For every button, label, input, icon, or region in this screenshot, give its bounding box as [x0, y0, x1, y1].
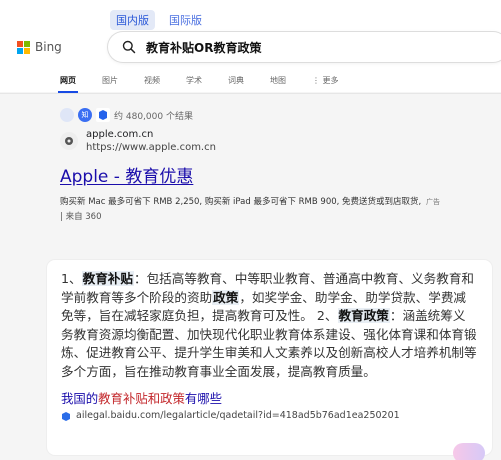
site-info[interactable]: apple.com.cn https://www.apple.com.cn — [60, 128, 500, 154]
link-prefix: 我国的 — [61, 391, 99, 406]
nav-maps[interactable]: 地图 — [265, 75, 307, 91]
highlight: 政策 — [212, 289, 240, 305]
bookmark-icon[interactable] — [96, 108, 110, 122]
search-nav: 网页 图片 视频 学术 词典 地图 ⋮ 更多 — [55, 75, 349, 93]
nav-videos[interactable]: 视频 — [139, 75, 181, 91]
ad-tag: 广告 — [425, 198, 440, 206]
highlight: 教育补贴 — [81, 271, 134, 286]
site-domain: apple.com.cn — [86, 129, 154, 140]
answer-text: 1、教育补贴：包括高等教育、中等职业教育、普通高中教育、义务教育和学前教育等多个… — [61, 270, 478, 381]
baidu-paw-icon — [62, 411, 70, 421]
ad-result: apple.com.cn https://www.apple.com.cn Ap… — [60, 128, 500, 225]
chat-bubble-icon[interactable] — [453, 443, 485, 460]
ad-description: 购买新 Mac 最多可省下 RMB 2,250, 购买新 iPad 最多可省下 … — [60, 195, 490, 225]
nav-dictionary[interactable]: 词典 — [223, 75, 265, 91]
chip-circle-icon — [60, 108, 74, 122]
header-divider — [0, 93, 501, 94]
highlight: 教育政策 — [337, 308, 390, 323]
region-tabs: 国内版 国际版 — [110, 10, 208, 30]
microsoft-logo-icon — [17, 40, 30, 54]
nav-more[interactable]: ⋮ 更多 — [307, 75, 349, 91]
answer-source[interactable]: ailegal.baidu.com/legalarticle/qadetail?… — [61, 410, 478, 421]
more-vertical-icon: ⋮ — [312, 76, 320, 85]
ad-title-link[interactable]: Apple - 教育优惠 — [60, 162, 500, 187]
results-bar: 知 约 480,000 个结果 — [60, 108, 193, 122]
ad-source: | 来自 360 — [60, 212, 102, 222]
nav-images[interactable]: 图片 — [97, 75, 139, 91]
link-suffix: 有哪些 — [184, 391, 223, 406]
source-url: ailegal.baidu.com/legalarticle/qadetail?… — [76, 410, 400, 421]
site-url: https://www.apple.com.cn — [86, 142, 216, 153]
nav-more-label: 更多 — [322, 76, 339, 85]
zhi-chip[interactable]: 知 — [78, 108, 92, 122]
link-highlight: 教育补贴和政策 — [98, 391, 185, 406]
result-count: 约 480,000 个结果 — [114, 111, 193, 122]
search-icon[interactable] — [122, 40, 136, 54]
tab-international[interactable]: 国际版 — [163, 10, 208, 30]
ad-desc-text: 购买新 Mac 最多可省下 RMB 2,250, 购买新 iPad 最多可省下 … — [60, 197, 422, 207]
nav-web[interactable]: 网页 — [55, 75, 97, 93]
nav-academic[interactable]: 学术 — [181, 75, 223, 91]
bing-logo[interactable]: Bing — [17, 40, 62, 54]
answer-card: 1、教育补贴：包括高等教育、中等职业教育、普通高中教育、义务教育和学前教育等多个… — [47, 260, 492, 455]
brand-name: Bing — [35, 40, 62, 54]
tab-domestic[interactable]: 国内版 — [110, 10, 155, 30]
answer-part: 1、 — [61, 271, 82, 286]
apple-icon — [60, 132, 78, 150]
answer-source-link[interactable]: 我国的教育补贴和政策有哪些 — [61, 389, 478, 407]
search-input[interactable] — [146, 40, 446, 54]
search-box[interactable] — [108, 32, 501, 62]
